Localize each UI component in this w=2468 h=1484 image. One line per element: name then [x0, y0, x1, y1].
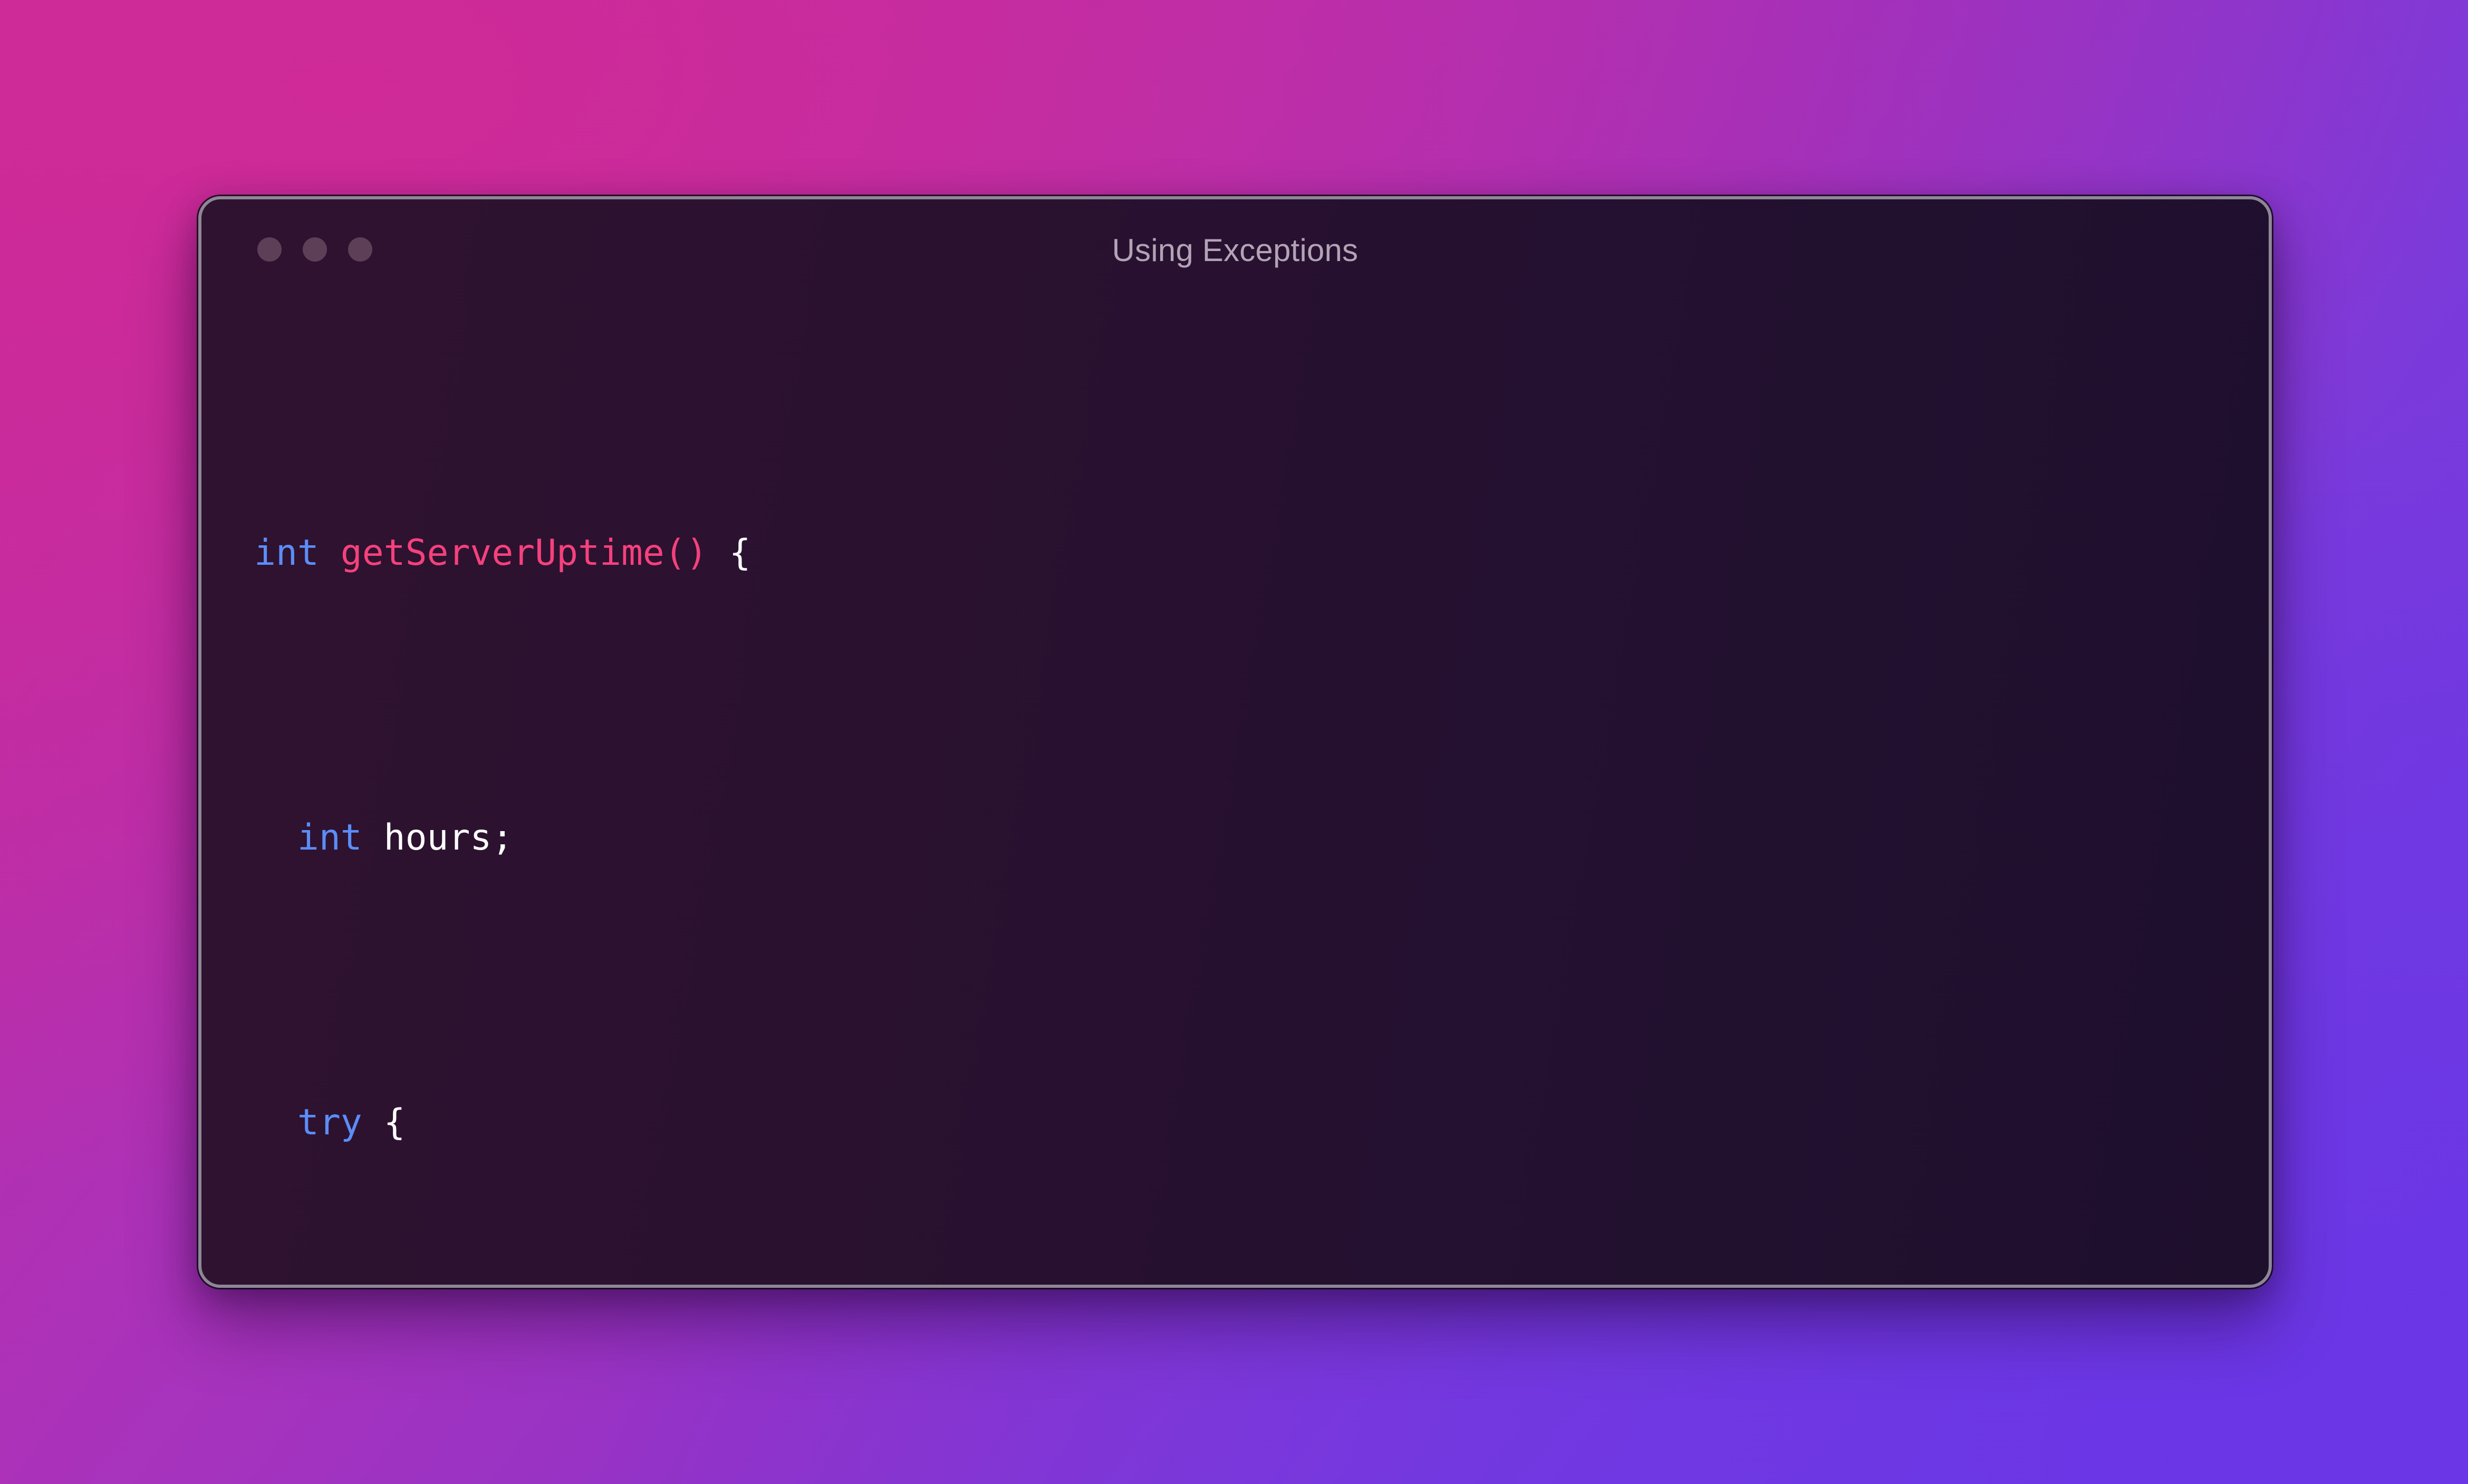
token-plain: hours;	[383, 817, 514, 859]
token-brace: {	[729, 532, 751, 574]
code-line-3: try {	[254, 1087, 2269, 1158]
code-line-1: int getServerUptime() {	[254, 517, 2269, 589]
code-window-wrapper: Using Exceptions int getServerUptime() {…	[198, 196, 2272, 1288]
window-titlebar: Using Exceptions	[201, 199, 2269, 294]
code-line-2: int hours;	[254, 802, 2269, 873]
window-title: Using Exceptions	[1112, 233, 1358, 268]
code-block: int getServerUptime() { int hours; try {…	[201, 294, 2269, 1285]
code-window: Using Exceptions int getServerUptime() {…	[198, 196, 2272, 1288]
token-keyword: try	[297, 1102, 362, 1143]
token-keyword: int	[297, 817, 362, 859]
token-function: getServerUptime()	[340, 532, 708, 574]
token-brace: {	[383, 1102, 406, 1143]
token-keyword: int	[254, 532, 319, 574]
